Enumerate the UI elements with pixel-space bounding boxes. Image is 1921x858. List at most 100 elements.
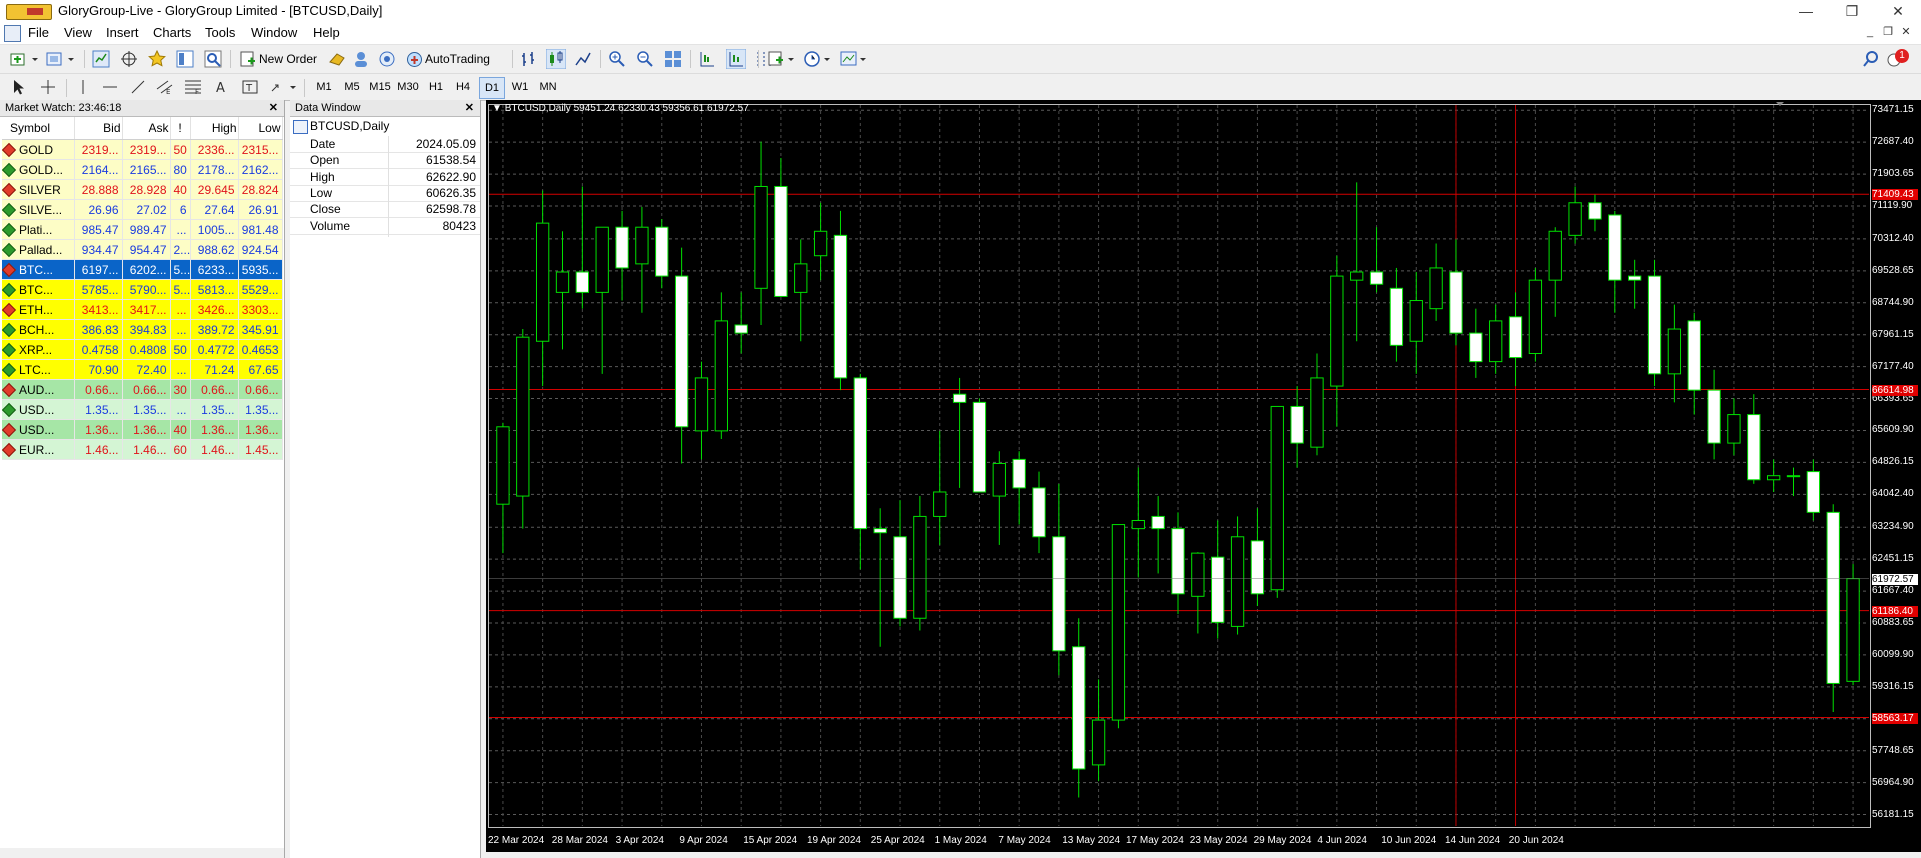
menu-view[interactable]: View: [64, 25, 92, 40]
menu-file[interactable]: File: [28, 25, 49, 40]
timeframe-m5[interactable]: M5: [340, 77, 364, 97]
bar-chart-icon[interactable]: [520, 50, 538, 68]
crosshair-icon[interactable]: [40, 79, 56, 95]
timeframe-m1[interactable]: M1: [312, 77, 336, 97]
horizontal-line-icon[interactable]: [102, 79, 118, 95]
market-watch-row[interactable]: Plati... 985.47 989.47... 1005... 981.48: [2, 219, 283, 240]
maximize-button[interactable]: ❐: [1829, 0, 1875, 22]
menu-tools[interactable]: Tools: [205, 25, 235, 40]
bullish-candle: [933, 491, 947, 517]
profiles-icon[interactable]: [46, 51, 76, 67]
notifications-button[interactable]: 1: [1887, 49, 1911, 69]
strategy-tester-icon[interactable]: [204, 50, 222, 68]
close-button[interactable]: ✕: [1875, 0, 1921, 22]
bid-cell: 3413...: [74, 299, 123, 320]
menu-window[interactable]: Window: [251, 25, 297, 40]
market-watch-row[interactable]: GOLD... 2164... 2165... 80 2178... 2162...: [2, 159, 283, 180]
column-header-bid[interactable]: Bid: [74, 117, 123, 140]
timeframe-m30[interactable]: M30: [395, 77, 421, 97]
one-click-trading-icon[interactable]: [328, 51, 346, 67]
timeframe-w1[interactable]: W1: [508, 77, 532, 97]
timeframe-m15[interactable]: M15: [367, 77, 393, 97]
terminal-icon[interactable]: [176, 50, 194, 68]
low-cell: 0.4653: [238, 339, 283, 360]
timeframe-h4[interactable]: H4: [451, 77, 475, 97]
market-icon[interactable]: [378, 50, 396, 68]
market-watch-row[interactable]: BTC... 6197... 6202... 5... 6233... 5935...: [2, 259, 283, 280]
market-watch-row[interactable]: SILVE... 26.96 27.02 6 27.64 26.91: [2, 199, 283, 220]
bearish-candle: [873, 528, 887, 534]
mdi-minimize-button[interactable]: _: [1862, 24, 1878, 40]
menu-charts[interactable]: Charts: [153, 25, 191, 40]
trendline-icon[interactable]: [130, 79, 146, 95]
market-watch-row[interactable]: BTC... 5785... 5790... 5... 5813... 5529...: [2, 279, 283, 300]
market-watch-close-icon[interactable]: ✕: [269, 100, 278, 116]
new-order-button[interactable]: New Order: [238, 48, 322, 70]
column-header-low[interactable]: Low: [238, 117, 283, 140]
market-watch-row[interactable]: GOLD 2319... 2319... 50 2336... 2315...: [2, 139, 283, 160]
market-watch-row[interactable]: LTC... 70.90 72.40... 71.24 67.65: [2, 359, 283, 380]
timeframe-mn[interactable]: MN: [535, 77, 561, 97]
bullish-candle: [635, 226, 649, 265]
column-header-high[interactable]: High: [190, 117, 239, 140]
market-watch-row[interactable]: SILVER 28.888 28.928 40 29.645 28.824: [2, 179, 283, 200]
bullish-candle: [1568, 202, 1582, 236]
arrows-icon[interactable]: [270, 79, 298, 95]
document-menu-icon[interactable]: [4, 25, 21, 42]
new-chart-icon[interactable]: [10, 51, 40, 67]
market-watch-row[interactable]: USD... 1.36... 1.36... 40 1.36... 1.36...: [2, 419, 283, 440]
text-icon[interactable]: A: [214, 79, 228, 95]
menu-help[interactable]: Help: [313, 25, 340, 40]
timeframe-h1[interactable]: H1: [424, 77, 448, 97]
equidistant-channel-icon[interactable]: E: [156, 79, 174, 95]
text-label-icon[interactable]: T: [242, 79, 258, 95]
timeframe-d1[interactable]: D1: [479, 77, 505, 99]
minimize-button[interactable]: —: [1783, 0, 1829, 22]
spread-cell: 60: [170, 439, 191, 460]
data-window-header: Data Window ✕: [290, 100, 480, 117]
market-watch-row[interactable]: USD... 1.35... 1.35...... 1.35... 1.35...: [2, 399, 283, 420]
autotrading-button[interactable]: AutoTrading: [404, 48, 504, 70]
zoom-in-icon[interactable]: [608, 50, 626, 68]
data-window-symbol: BTCUSD,Daily: [310, 119, 390, 133]
market-watch-row[interactable]: BCH... 386.83 394.83... 389.72 345.91: [2, 319, 283, 340]
toolbar-separator: [600, 50, 601, 68]
chart-shift-icon[interactable]: [698, 50, 716, 68]
column-header-ask[interactable]: Ask: [122, 117, 171, 140]
navigator-icon[interactable]: [148, 50, 166, 68]
mdi-close-button[interactable]: ✕: [1898, 24, 1914, 40]
market-watch-row[interactable]: XRP... 0.4758 0.4808 50 0.4772 0.4653: [2, 339, 283, 360]
tile-windows-icon[interactable]: [664, 50, 682, 68]
crosshair-data-icon[interactable]: [120, 50, 138, 68]
column-header-symbol[interactable]: Symbol: [2, 117, 75, 140]
market-watch-row[interactable]: AUD... 0.66... 0.66... 30 0.66... 0.66...: [2, 379, 283, 400]
chart-window[interactable]: ▼ BTCUSD,Daily 59451.24 62330.43 59356.6…: [486, 100, 1921, 852]
standard-toolbar: New Order AutoTrading 1: [0, 45, 1921, 74]
market-watch-row[interactable]: EUR... 1.46... 1.46... 60 1.46... 1.45...: [2, 439, 283, 460]
bearish-candle: [734, 324, 748, 334]
vertical-line-icon[interactable]: [78, 79, 88, 95]
auto-scroll-icon[interactable]: [726, 49, 746, 69]
low-cell: 5935...: [238, 259, 283, 280]
bearish-candle: [1608, 214, 1622, 281]
market-watch-row[interactable]: Pallad... 934.47 954.47 2... 988.62 924.54: [2, 239, 283, 260]
search-icon[interactable]: [1862, 50, 1880, 68]
data-window-close-icon[interactable]: ✕: [465, 100, 474, 116]
templates-icon[interactable]: [840, 50, 868, 68]
zoom-out-icon[interactable]: [636, 50, 654, 68]
column-header-spread[interactable]: !: [170, 117, 191, 140]
mdi-restore-button[interactable]: ❐: [1880, 24, 1896, 40]
market-watch-icon[interactable]: [92, 50, 110, 68]
menu-insert[interactable]: Insert: [106, 25, 139, 40]
cursor-icon[interactable]: [12, 79, 26, 95]
periods-clock-icon[interactable]: [804, 50, 832, 68]
candlestick-chart[interactable]: [486, 100, 1921, 852]
indicators-icon[interactable]: [768, 50, 796, 68]
market-watch-row[interactable]: ETH... 3413... 3417...... 3426... 3303...: [2, 299, 283, 320]
bearish-candle: [952, 393, 967, 403]
line-chart-icon[interactable]: [574, 50, 592, 68]
signals-icon[interactable]: [352, 50, 370, 68]
candlestick-chart-icon[interactable]: [546, 49, 566, 69]
fibonacci-icon[interactable]: F: [184, 79, 202, 95]
bullish-candle: [1091, 719, 1106, 766]
